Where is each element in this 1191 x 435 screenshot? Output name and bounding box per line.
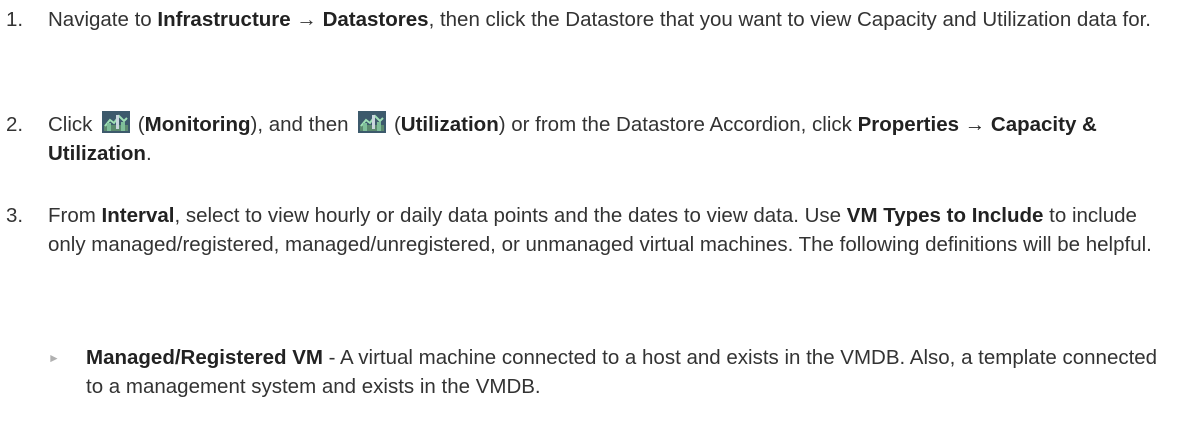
monitoring-label: Monitoring [144,113,251,136]
utilization-label: Utilization [400,113,499,136]
step-text-segment: From [48,204,102,227]
step-text-segment: ), and then [250,113,355,136]
step-1: 1. Navigate to Infrastructure → Datastor… [6,5,1176,34]
step-text: Click (Monitoring), and then (Utilizatio… [48,110,1158,168]
arrow-separator: → [290,8,323,31]
interval-label: Interval [101,204,175,227]
definition-item: ► Managed/Registered VM - A virtual mach… [48,343,1168,401]
step-text-segment: . [145,142,152,165]
definition-text: Managed/Registered VM - A virtual machin… [86,343,1166,401]
step-number: 1. [6,8,24,31]
step-2: 2. Click (Monitoring), and then (Utiliza… [6,110,1176,168]
bullet-arrow-icon: ► [48,351,60,365]
step-text-segment: ( [132,113,145,136]
menu-path-infrastructure: Infrastructure [157,8,291,31]
step-text-segment: , select to view hourly or daily data po… [174,204,847,227]
vm-types-label: VM Types to Include [846,204,1044,227]
definition-term: Managed/Registered VM [86,346,323,369]
step-text-segment: Click [48,113,99,136]
utilization-icon [358,111,387,133]
step-text-segment: ( [388,113,401,136]
step-text: From Interval, select to view hourly or … [48,201,1158,259]
step-text-segment: Navigate to [48,8,158,31]
menu-path-datastores: Datastores [322,8,429,31]
step-text-segment: , then click the Datastore that you want… [428,8,1151,31]
step-text-segment: ) or from the Datastore Accordion, click [498,113,858,136]
step-number: 2. [6,113,24,136]
step-3: 3. From Interval, select to view hourly … [6,201,1176,259]
step-number: 3. [6,204,24,227]
monitoring-icon [102,111,131,133]
step-text: Navigate to Infrastructure → Datastores,… [48,5,1158,34]
